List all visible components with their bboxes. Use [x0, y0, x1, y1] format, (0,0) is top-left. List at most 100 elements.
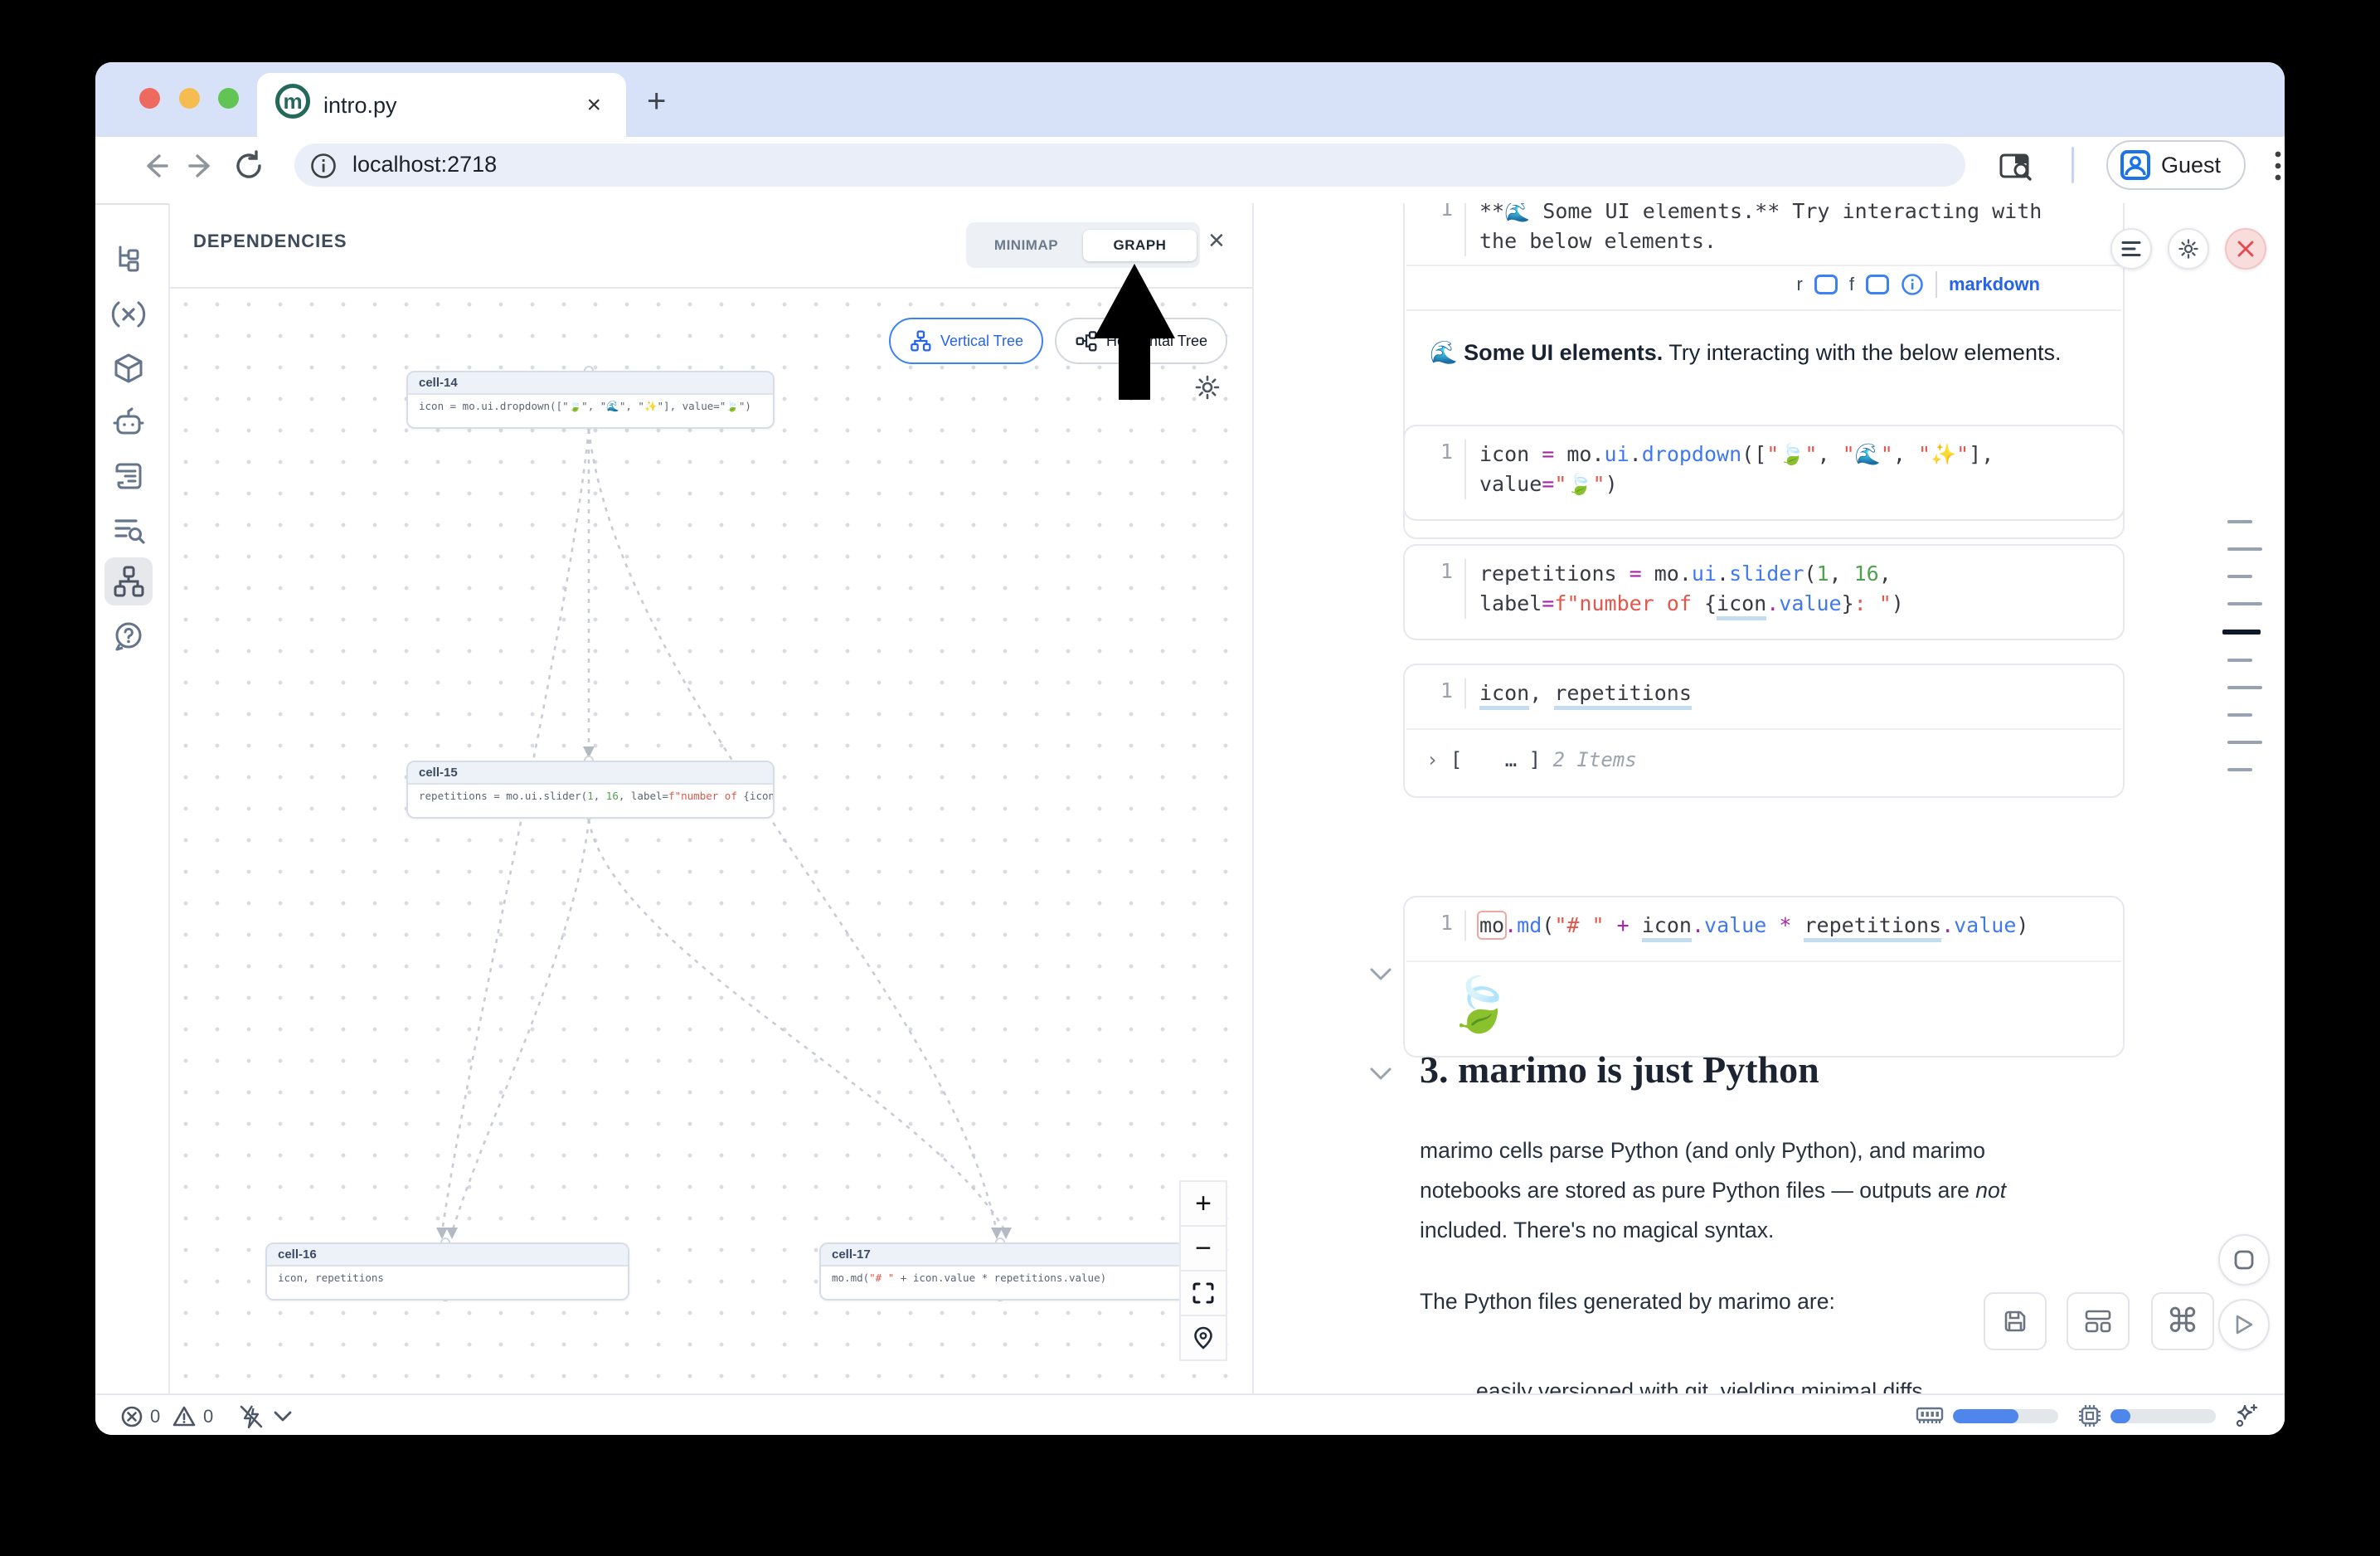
ai-sparkles-icon[interactable]	[2233, 1403, 2260, 1429]
code-editor[interactable]: repetitions = mo.ui.slider(1, 16,label=f…	[1464, 559, 1904, 619]
info-icon[interactable]	[1901, 273, 1924, 296]
panel-title: DEPENDENCIES	[193, 231, 347, 252]
markdown-output: 🌊 Some UI elements. Try interacting with…	[1430, 339, 2061, 366]
code-cell-slider[interactable]: 1 repetitions = mo.ui.slider(1, 16,label…	[1403, 544, 2125, 640]
traffic-light-minimize[interactable]	[179, 88, 200, 109]
line-number: 1	[1405, 440, 1453, 464]
warnings-icon[interactable]	[172, 1404, 197, 1429]
sidebar-item-packages[interactable]	[104, 344, 153, 392]
browser-tab[interactable]: m intro.py ×	[257, 73, 626, 137]
wave-emoji: 🌊	[1430, 340, 1458, 365]
tab-graph[interactable]: GRAPH	[1083, 230, 1197, 261]
cell-delete-button[interactable]	[2225, 228, 2266, 270]
tab-close-icon[interactable]: ×	[586, 91, 601, 119]
section-line2: The Python files generated by marimo are…	[1420, 1281, 1835, 1321]
shortcuts-button[interactable]: ⌘	[2151, 1292, 2214, 1350]
memory-usage-bar	[1953, 1409, 2058, 1423]
site-info-icon[interactable]	[309, 152, 338, 180]
code-editor[interactable]: icon, repetitions	[1464, 678, 1692, 708]
collapse-section-chevron-icon[interactable]	[1368, 1066, 1393, 1082]
graph-zoom-controls: + −	[1179, 1182, 1227, 1361]
robot-icon	[111, 406, 146, 440]
scroll-icon	[112, 460, 145, 493]
sidebar-item-dependencies[interactable]	[104, 557, 153, 605]
language-label[interactable]: markdown	[1949, 274, 2040, 295]
new-tab-button[interactable]: +	[647, 83, 666, 120]
markdown-editor[interactable]: **🌊 Some UI elements.** Try interacting …	[1464, 203, 2042, 256]
code-cell-dropdown[interactable]: 1 icon = mo.ui.dropdown(["🍃", "🌊", "✨"],…	[1403, 425, 2125, 521]
sidebar-item-help[interactable]	[104, 612, 153, 660]
chevron-down-icon[interactable]	[273, 1410, 293, 1423]
horizontal-tree-label: Horizontal Tree	[1106, 333, 1207, 350]
tab-title: intro.py	[323, 93, 397, 119]
layout-button[interactable]	[2067, 1292, 2130, 1350]
toggle-r-label: r	[1797, 274, 1803, 295]
graph-settings-gear-icon[interactable]	[1194, 374, 1221, 401]
sidebar-item-variables[interactable]	[104, 290, 153, 338]
cell-menu-button[interactable]	[2110, 228, 2152, 270]
tab-minimap[interactable]: MINIMAP	[969, 230, 1083, 261]
graph-canvas[interactable]: cell-14 icon = mo.ui.dropdown(["🍃", "🌊",…	[170, 289, 1252, 1393]
forward-icon[interactable]	[185, 149, 218, 182]
collapse-output-chevron-icon[interactable]	[1368, 966, 1393, 983]
section-heading: 3. marimo is just Python	[1420, 1048, 1819, 1092]
avatar-icon	[2120, 149, 2151, 181]
save-icon	[2002, 1308, 2028, 1335]
save-button[interactable]	[1984, 1292, 2047, 1350]
marimo-favicon-icon: m	[275, 84, 310, 119]
location-pin-icon	[1192, 1326, 1214, 1349]
back-icon[interactable]	[138, 149, 172, 182]
code-editor[interactable]: mo.md("# " + icon.value * repetitions.va…	[1464, 911, 2028, 941]
traffic-light-zoom[interactable]	[218, 88, 239, 109]
memory-icon	[1916, 1405, 1944, 1427]
toggle-r-checkbox[interactable]	[1814, 275, 1838, 294]
menu-lines-icon	[2121, 241, 2141, 257]
fit-view-button[interactable]	[1179, 1270, 1227, 1316]
url-bar[interactable]: localhost:2718	[294, 143, 1965, 187]
line-number: 1	[1405, 203, 1453, 221]
notebook-panel: 1 **🌊 Some UI elements.** Try interactin…	[1252, 203, 2285, 1393]
sidebar-item-file-explorer[interactable]	[104, 235, 153, 283]
zoom-in-button[interactable]: +	[1179, 1180, 1227, 1227]
section-cut-line: easily versioned with git, yielding mini…	[1476, 1371, 1923, 1393]
array-output[interactable]: › [ … ] 2 Items	[1426, 748, 1637, 771]
locate-button[interactable]	[1179, 1315, 1227, 1361]
autorun-off-icon[interactable]	[238, 1403, 265, 1430]
vertical-tree-button[interactable]: Vertical Tree	[889, 318, 1043, 364]
fit-view-icon	[1192, 1282, 1214, 1304]
status-bar: 0 0	[95, 1393, 2285, 1435]
variables-icon	[110, 298, 147, 331]
traffic-light-close[interactable]	[139, 88, 160, 109]
guest-profile-button[interactable]: Guest	[2106, 140, 2246, 190]
graph-node-cell-14[interactable]: cell-14 icon = mo.ui.dropdown(["🍃", "🌊",…	[406, 371, 775, 429]
zoom-out-button[interactable]: −	[1179, 1225, 1227, 1272]
node-code: icon, repetitions	[267, 1267, 628, 1301]
panel-close-icon[interactable]: ×	[1208, 225, 1225, 257]
reload-icon[interactable]	[232, 149, 265, 182]
run-button[interactable]	[2218, 1299, 2270, 1350]
graph-node-cell-16[interactable]: cell-16 icon, repetitions	[265, 1242, 629, 1301]
cell-config-button[interactable]	[2168, 228, 2209, 270]
code-cell-tuple[interactable]: 1 icon, repetitions › [ … ] 2 Items	[1403, 664, 2125, 798]
toggle-f-checkbox[interactable]	[1866, 275, 1889, 294]
sidebar-item-snippets[interactable]	[104, 505, 153, 553]
sidebar-item-ai-assistant[interactable]	[104, 399, 153, 447]
stop-icon	[2233, 1249, 2255, 1271]
graph-node-cell-15[interactable]: cell-15 repetitions = mo.ui.slider(1, 16…	[406, 761, 775, 819]
interrupt-button[interactable]	[2218, 1234, 2270, 1286]
search-tabs-icon[interactable]	[1999, 150, 2033, 183]
cell-footer: r f markdown	[1405, 271, 2123, 298]
sidebar-item-logs[interactable]	[104, 452, 153, 500]
section-paragraph: marimo cells parse Python (and only Pyth…	[1420, 1131, 2067, 1250]
horizontal-tree-button[interactable]: Horizontal Tree	[1055, 318, 1227, 364]
line-number: 1	[1405, 559, 1453, 583]
vertical-tree-label: Vertical Tree	[940, 333, 1023, 350]
browser-menu-icon[interactable]	[2261, 148, 2285, 184]
node-title: cell-17	[821, 1244, 1183, 1267]
errors-icon[interactable]	[120, 1405, 143, 1428]
cell-minimap[interactable]	[2222, 520, 2264, 795]
code-editor[interactable]: icon = mo.ui.dropdown(["🍃", "🌊", "✨"],va…	[1464, 440, 1994, 499]
cpu-usage-bar	[2110, 1409, 2216, 1423]
code-cell-momd[interactable]: 1 mo.md("# " + icon.value * repetitions.…	[1403, 896, 2125, 1058]
graph-node-cell-17[interactable]: cell-17 mo.md("# " + icon.value * repeti…	[819, 1242, 1185, 1301]
